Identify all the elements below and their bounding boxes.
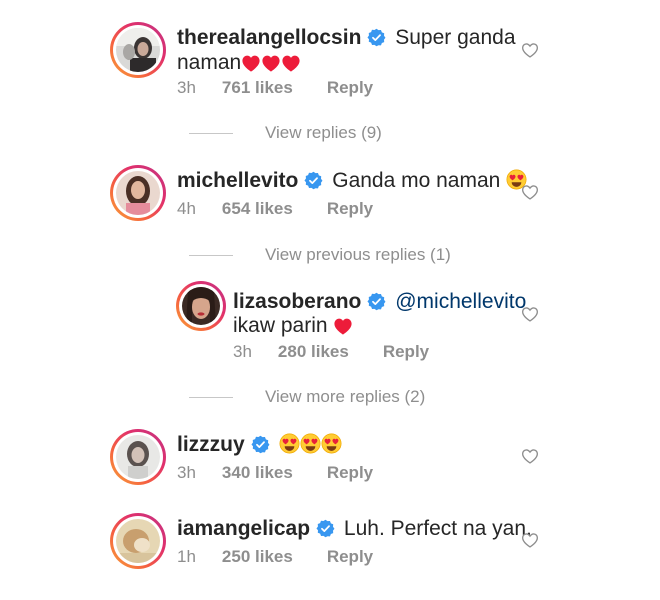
- comment-username[interactable]: iamangelicap: [177, 517, 310, 540]
- likes-count[interactable]: 250 likes: [222, 547, 293, 567]
- verified-badge-icon: [316, 519, 335, 538]
- avatar[interactable]: [110, 429, 166, 485]
- comment-username[interactable]: michellevito: [177, 169, 298, 192]
- reply-button[interactable]: Reply: [327, 463, 373, 483]
- heart-outline-icon[interactable]: [521, 183, 539, 201]
- view-replies-label[interactable]: View replies (9): [265, 123, 382, 142]
- divider: [189, 397, 233, 399]
- comment-time: 3h: [177, 78, 196, 97]
- mention-link[interactable]: @michellevito: [395, 290, 526, 313]
- avatar[interactable]: [110, 165, 166, 221]
- heart-eyes-emoji: [279, 433, 300, 454]
- comment-username[interactable]: lizzzuy: [177, 433, 245, 456]
- verified-badge-icon: [251, 435, 270, 454]
- view-more-replies-link[interactable]: View more replies (2): [189, 387, 425, 407]
- verified-badge-icon: [367, 292, 386, 311]
- avatar[interactable]: [110, 22, 166, 78]
- heart-outline-icon[interactable]: [521, 531, 539, 549]
- comment-username[interactable]: therealangellocsin: [177, 26, 361, 49]
- red-heart-emoji: [261, 54, 281, 72]
- comment-time: 3h: [177, 463, 196, 482]
- comment-time: 4h: [177, 199, 196, 218]
- reply-username[interactable]: lizasoberano: [233, 290, 361, 313]
- heart-outline-icon[interactable]: [521, 41, 539, 59]
- heart-outline-icon[interactable]: [521, 305, 539, 323]
- likes-count[interactable]: 340 likes: [222, 463, 293, 483]
- avatar[interactable]: [176, 281, 226, 331]
- heart-eyes-emoji: [321, 433, 342, 454]
- likes-count[interactable]: 761 likes: [222, 78, 293, 98]
- red-heart-emoji: [281, 54, 301, 72]
- reply-button[interactable]: Reply: [327, 547, 373, 567]
- view-previous-label[interactable]: View previous replies (1): [265, 245, 451, 264]
- reply-button[interactable]: Reply: [383, 342, 429, 362]
- heart-eyes-emoji: [300, 433, 321, 454]
- verified-badge-icon: [367, 28, 386, 47]
- comment-text: Luh. Perfect na yan.: [343, 517, 532, 540]
- reply-button[interactable]: Reply: [327, 78, 373, 98]
- heart-outline-icon[interactable]: [521, 447, 539, 465]
- reply-text: ikaw parin: [233, 314, 328, 337]
- comment-text: Ganda mo naman: [332, 169, 501, 192]
- red-heart-emoji: [333, 317, 353, 335]
- reply-time: 3h: [233, 342, 252, 361]
- verified-badge-icon: [304, 171, 323, 190]
- comment-text: naman: [177, 51, 242, 74]
- view-more-label[interactable]: View more replies (2): [265, 387, 425, 406]
- likes-count[interactable]: 654 likes: [222, 199, 293, 219]
- view-replies-link[interactable]: View replies (9): [189, 123, 382, 143]
- divider: [189, 255, 233, 257]
- view-previous-replies-link[interactable]: View previous replies (1): [189, 245, 451, 265]
- reply-button[interactable]: Reply: [327, 199, 373, 219]
- comment-time: 1h: [177, 547, 196, 566]
- red-heart-emoji: [241, 54, 261, 72]
- divider: [189, 133, 233, 135]
- comment-text: Super ganda: [395, 26, 516, 49]
- avatar[interactable]: [110, 513, 166, 569]
- likes-count[interactable]: 280 likes: [278, 342, 349, 362]
